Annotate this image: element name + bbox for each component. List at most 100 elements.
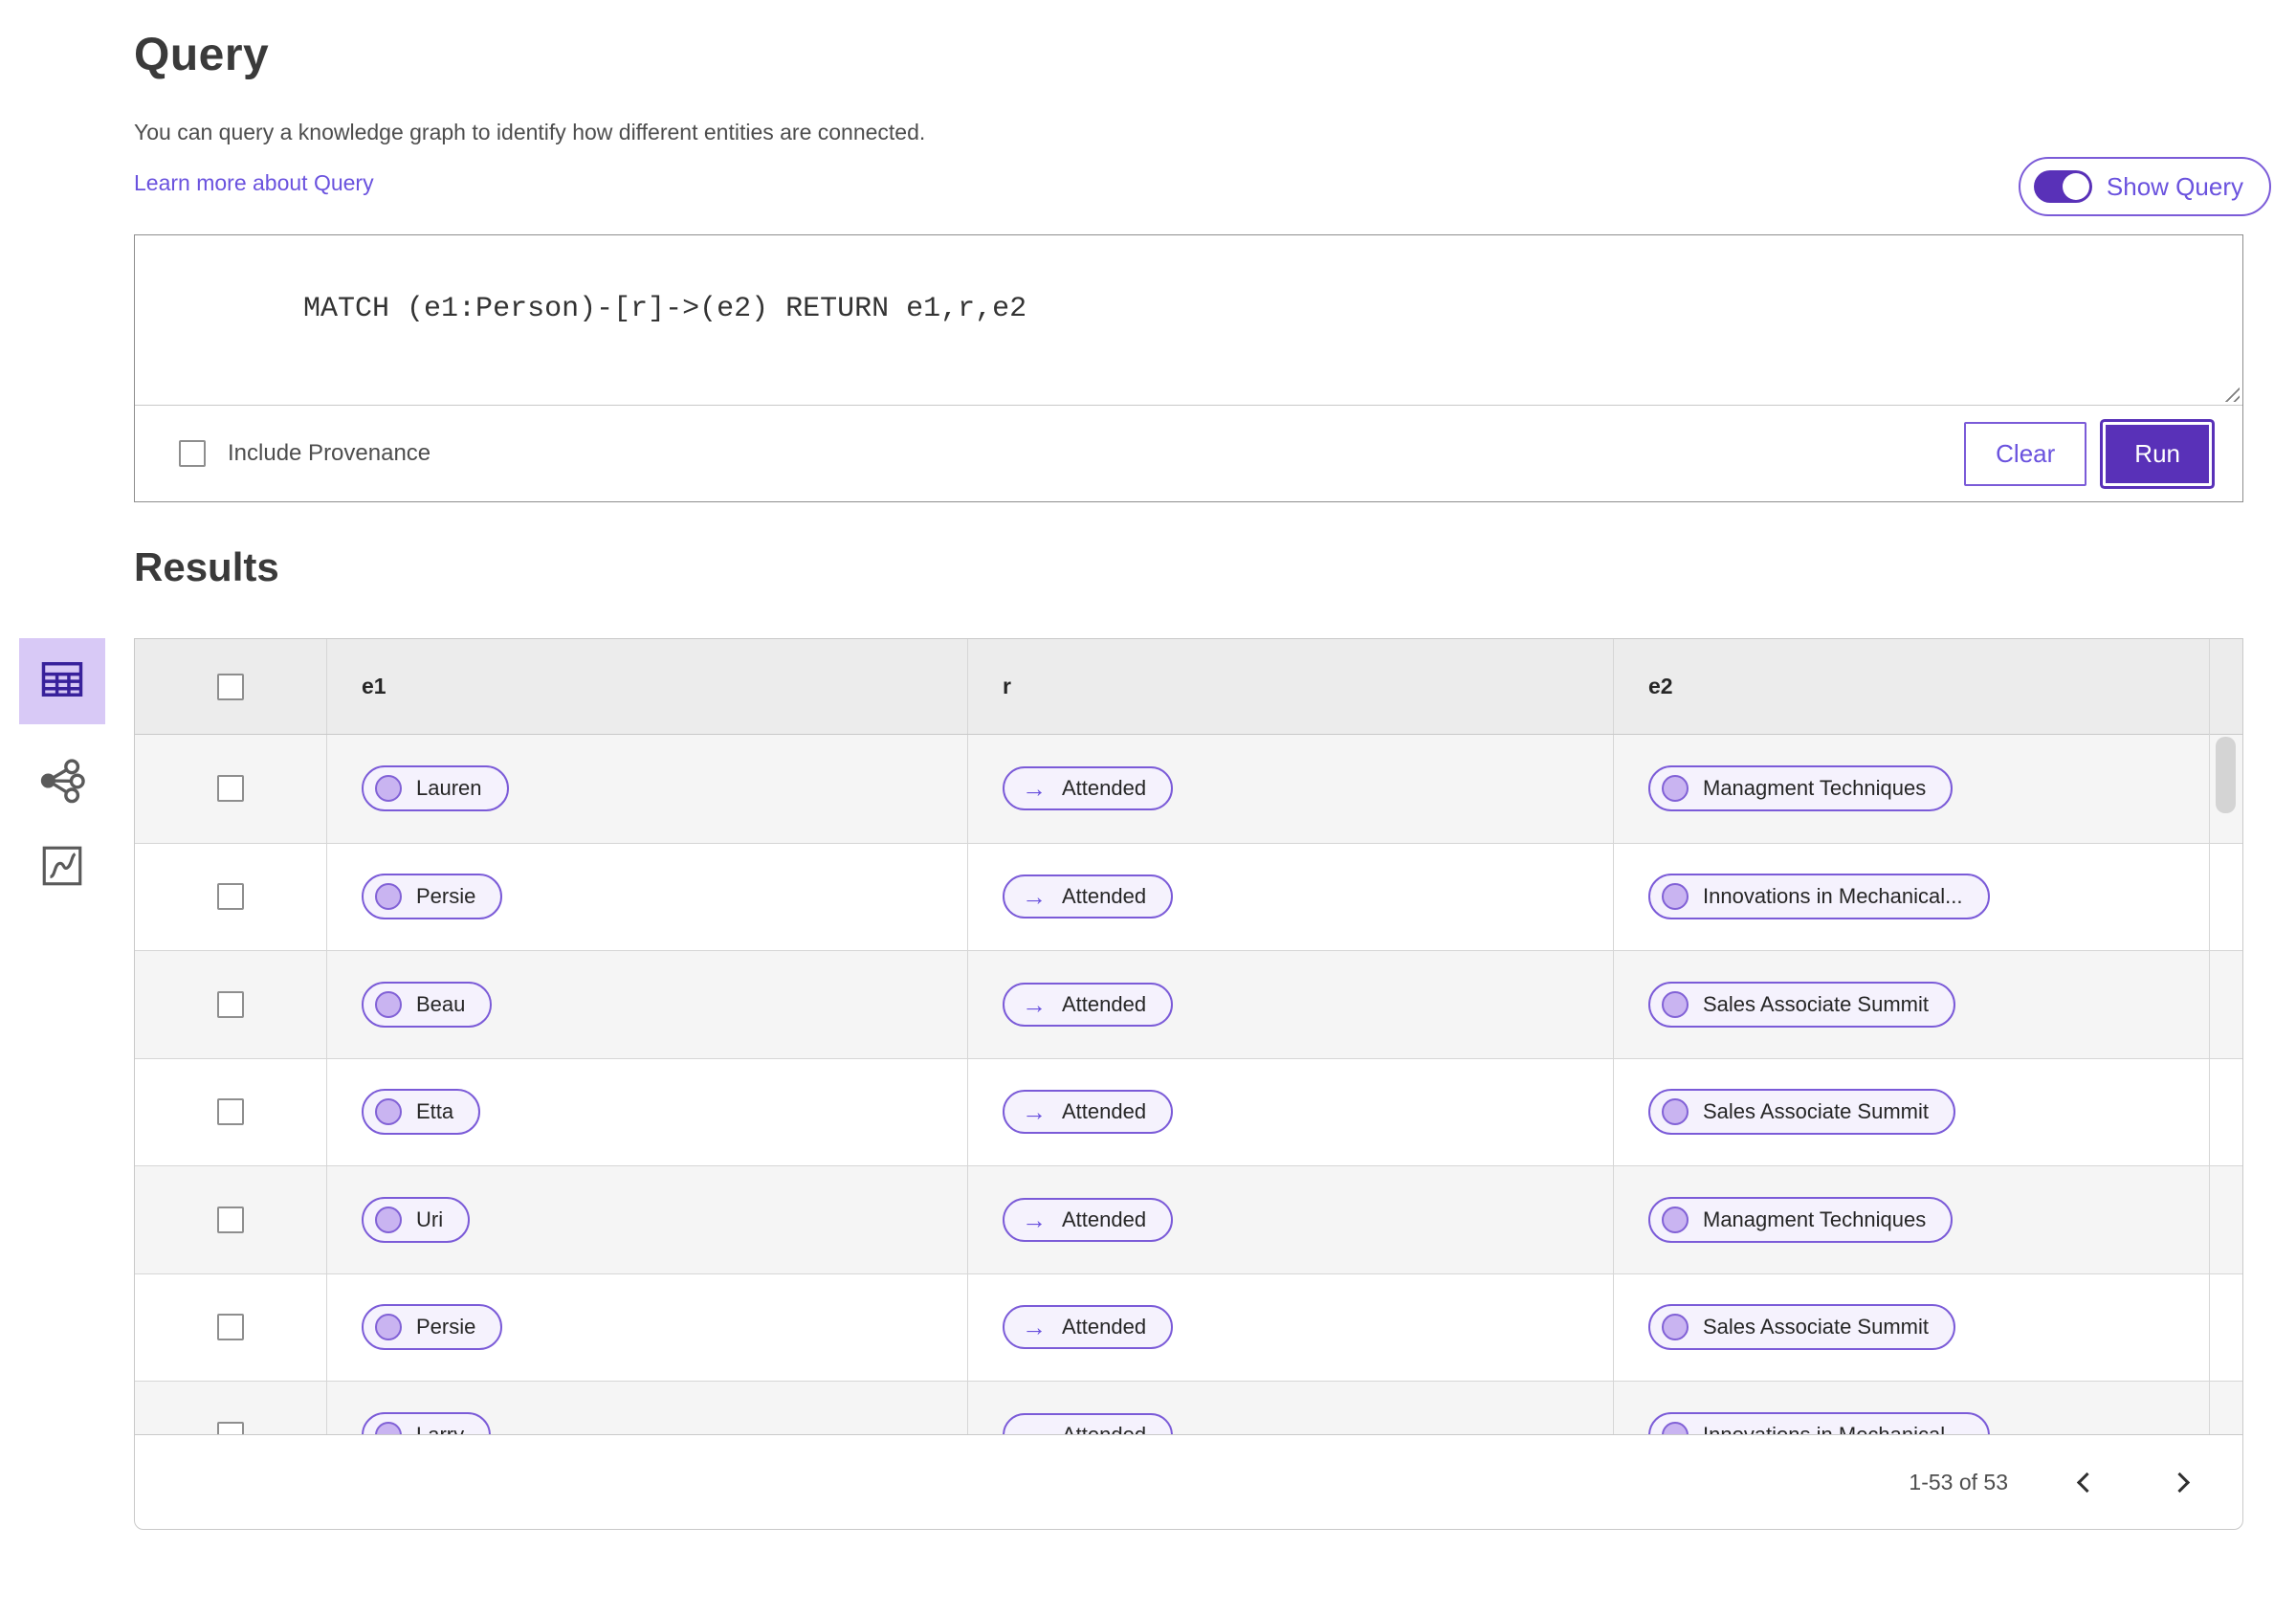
row-checkbox[interactable]	[217, 1422, 244, 1434]
relation-pill[interactable]: → Attended	[1003, 1305, 1173, 1349]
previous-page-icon[interactable]	[2077, 1472, 2097, 1492]
entity-icon	[1662, 1314, 1689, 1340]
page-title: Query	[134, 29, 2243, 81]
query-input[interactable]: MATCH (e1:Person)-[r]->(e2) RETURN e1,r,…	[135, 235, 2242, 406]
relation-label: Attended	[1062, 1423, 1146, 1434]
include-provenance-row[interactable]: Include Provenance	[179, 440, 430, 467]
row-checkbox[interactable]	[217, 991, 244, 1018]
include-provenance-checkbox[interactable]	[179, 440, 206, 467]
resize-grip-icon[interactable]	[2221, 384, 2240, 402]
query-card: MATCH (e1:Person)-[r]->(e2) RETURN e1,r,…	[134, 234, 2243, 502]
row-checkbox[interactable]	[217, 1206, 244, 1233]
arrow-right-icon: →	[1022, 1099, 1047, 1124]
entity-pill-e1[interactable]: Beau	[362, 982, 492, 1028]
table-header-row: e1 r e2	[135, 639, 2242, 735]
scrollbar-thumb[interactable]	[2216, 737, 2236, 813]
arrow-right-icon: →	[1022, 1423, 1047, 1434]
entity-label: Lauren	[416, 776, 482, 801]
arrow-right-icon: →	[1022, 1315, 1047, 1339]
entity-icon	[375, 991, 402, 1018]
arrow-right-icon: →	[1022, 884, 1047, 909]
entity-icon	[1662, 1206, 1689, 1233]
clear-button[interactable]: Clear	[1964, 422, 2086, 486]
entity-label: Sales Associate Summit	[1703, 1099, 1929, 1124]
entity-label: Persie	[416, 884, 475, 909]
table-row: Persie → Attended Innovations in Mechani…	[135, 843, 2242, 951]
entity-icon	[1662, 991, 1689, 1018]
entity-pill-e2[interactable]: Innovations in Mechanical...	[1648, 1412, 1990, 1434]
page-description: You can query a knowledge graph to ident…	[134, 120, 2243, 145]
entity-pill-e1[interactable]: Persie	[362, 1304, 502, 1350]
entity-icon	[375, 1422, 402, 1434]
entity-icon	[1662, 883, 1689, 910]
entity-label: Etta	[416, 1099, 453, 1124]
results-table: e1 r e2 Lauren → Attended Managm	[134, 638, 2243, 1434]
show-query-toggle[interactable]: Show Query	[2019, 157, 2271, 216]
entity-label: Innovations in Mechanical...	[1703, 884, 1963, 909]
relation-label: Attended	[1062, 776, 1146, 801]
row-checkbox[interactable]	[217, 1314, 244, 1340]
arrow-right-icon: →	[1022, 1207, 1047, 1232]
entity-pill-e2[interactable]: Sales Associate Summit	[1648, 1089, 1955, 1135]
view-table-button[interactable]	[19, 638, 105, 724]
entity-pill-e1[interactable]: Lauren	[362, 765, 509, 811]
entity-icon	[375, 775, 402, 802]
relation-pill[interactable]: → Attended	[1003, 766, 1173, 810]
view-chart-button[interactable]	[35, 841, 89, 895]
entity-pill-e2[interactable]: Managment Techniques	[1648, 1197, 1953, 1243]
entity-pill-e2[interactable]: Sales Associate Summit	[1648, 1304, 1955, 1350]
entity-label: Larry	[416, 1423, 464, 1434]
entity-label: Sales Associate Summit	[1703, 1315, 1929, 1339]
relation-pill[interactable]: → Attended	[1003, 874, 1173, 919]
entity-icon	[1662, 1422, 1689, 1434]
entity-pill-e1[interactable]: Larry	[362, 1412, 491, 1434]
row-checkbox[interactable]	[217, 775, 244, 802]
column-header-r: r	[967, 639, 1613, 734]
table-row: Uri → Attended Managment Techniques	[135, 1165, 2242, 1273]
arrow-right-icon: →	[1022, 776, 1047, 801]
entity-label: Managment Techniques	[1703, 776, 1926, 801]
relation-label: Attended	[1062, 1207, 1146, 1232]
select-all-checkbox[interactable]	[217, 674, 244, 700]
entity-label: Sales Associate Summit	[1703, 992, 1929, 1017]
relation-pill[interactable]: → Attended	[1003, 1198, 1173, 1242]
relation-label: Attended	[1062, 992, 1146, 1017]
relation-pill[interactable]: → Attended	[1003, 1413, 1173, 1434]
network-view-icon	[36, 755, 88, 811]
vertical-scrollbar[interactable]	[2209, 639, 2242, 1434]
entity-pill-e2[interactable]: Managment Techniques	[1648, 765, 1953, 811]
query-text: MATCH (e1:Person)-[r]->(e2) RETURN e1,r,…	[303, 293, 1027, 325]
entity-icon	[1662, 1098, 1689, 1125]
query-actions: Include Provenance Clear Run	[135, 406, 2242, 501]
chart-view-icon	[38, 842, 86, 895]
row-checkbox[interactable]	[217, 1098, 244, 1125]
table-row: Persie → Attended Sales Associate Summit	[135, 1273, 2242, 1382]
view-rail	[19, 638, 105, 895]
entity-pill-e1[interactable]: Uri	[362, 1197, 470, 1243]
relation-pill[interactable]: → Attended	[1003, 1090, 1173, 1134]
toggle-switch-on[interactable]	[2034, 170, 2092, 203]
show-query-label: Show Query	[2107, 172, 2243, 202]
column-header-e2: e2	[1613, 639, 2242, 734]
relation-pill[interactable]: → Attended	[1003, 983, 1173, 1027]
pagination-bar: 1-53 of 53	[134, 1434, 2243, 1530]
row-checkbox[interactable]	[217, 883, 244, 910]
view-network-button[interactable]	[35, 756, 89, 809]
entity-pill-e1[interactable]: Persie	[362, 874, 502, 919]
learn-more-link[interactable]: Learn more about Query	[134, 170, 374, 196]
relation-label: Attended	[1062, 1099, 1146, 1124]
entity-icon	[1662, 775, 1689, 802]
entity-pill-e1[interactable]: Etta	[362, 1089, 480, 1135]
results-title: Results	[134, 544, 2243, 590]
next-page-icon[interactable]	[2170, 1472, 2190, 1492]
run-button[interactable]: Run	[2103, 422, 2212, 486]
results-table-body: Lauren → Attended Managment Techniques P…	[135, 735, 2242, 1434]
arrow-right-icon: →	[1022, 992, 1047, 1017]
entity-pill-e2[interactable]: Innovations in Mechanical...	[1648, 874, 1990, 919]
table-row: Beau → Attended Sales Associate Summit	[135, 950, 2242, 1058]
entity-icon	[375, 883, 402, 910]
entity-pill-e2[interactable]: Sales Associate Summit	[1648, 982, 1955, 1028]
column-header-e1: e1	[326, 639, 967, 734]
results-area: e1 r e2 Lauren → Attended Managm	[134, 638, 2243, 1530]
pagination-range: 1-53 of 53	[1909, 1470, 2008, 1495]
